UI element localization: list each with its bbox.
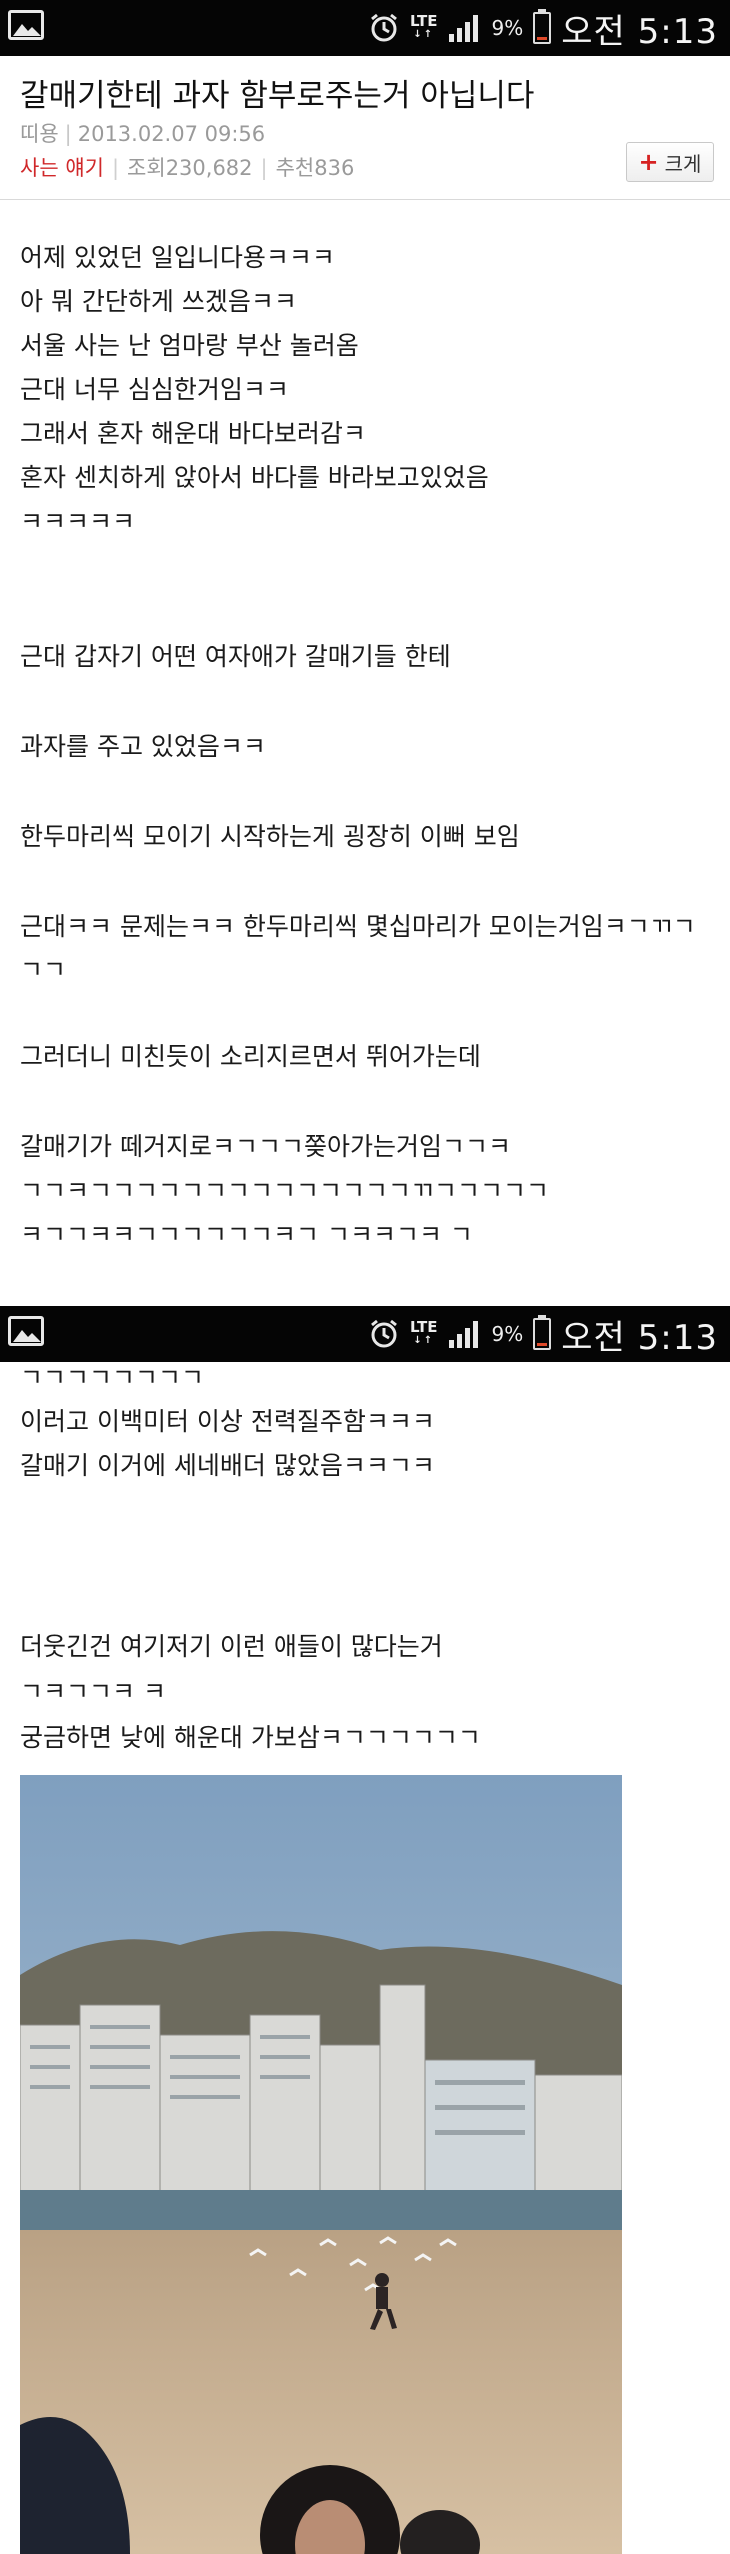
post-line: 그래서 혼자 해운대 바다보러감ㅋ (20, 419, 366, 448)
post-line: ㅋㅋㅋㅋㅋ (20, 507, 136, 536)
post-line: 그러더니 미친듯이 소리지르면서 뛰어가는데 (20, 1042, 481, 1071)
post-line: 갈매기 이거에 세네배더 많았음ㅋㅋㄱㅋ (20, 1451, 435, 1480)
gallery-icon (8, 1316, 44, 1346)
post-line: 이러고 이백미터 이상 전력질주함ㅋㅋㅋ (20, 1407, 435, 1436)
alarm-icon (371, 1319, 397, 1348)
plus-icon: + (638, 148, 659, 176)
post-line: 근대 너무 심심한거임ㅋㅋ (20, 375, 289, 404)
alarm-icon (371, 13, 397, 42)
views-label: 조회 (127, 156, 166, 180)
author-name[interactable]: 띠용 (20, 122, 59, 146)
post-line: ㄱㅋㄱㄱㅋ ㅋ (20, 1677, 166, 1706)
clock: 오전 5:13 (561, 11, 718, 52)
post-line: 어제 있었던 일입니다용ㅋㅋㅋ (20, 243, 335, 272)
post-line: ㄱㄱㄱㄱㄱㄱㄱㄱ (20, 1363, 205, 1392)
gallery-icon (8, 10, 44, 40)
post-line: 혼자 센치하게 앉아서 바다를 바라보고있었음 (20, 463, 489, 492)
post-line: 아 뭐 간단하게 쓰겠음ㅋㅋ (20, 287, 297, 316)
battery-percent: 9% (491, 1322, 524, 1346)
recommend-label: 추천 (275, 156, 315, 180)
battery-icon (533, 1315, 552, 1350)
post-line: 과자를 주고 있었음ㅋㅋ (20, 732, 266, 761)
post-line: 근대ㅋㅋ 문제는ㅋㅋ 한두마리씩 몇십마리가 모이는거임ㅋㄱㄲㄱ (20, 912, 696, 941)
post-line: 더웃긴건 여기저기 이런 애들이 많다는거 (20, 1632, 443, 1661)
status-bar: LTE ↓↑ 9% 오전 5:13 (0, 1306, 730, 1362)
category-link[interactable]: 사는 얘기 (20, 156, 104, 180)
views-count: 230,682 (165, 156, 253, 180)
signal-icon (448, 15, 478, 42)
enlarge-text-button[interactable]: + 크게 (626, 142, 714, 182)
post-title: 갈매기한테 과자 함부로주는거 아닙니다 (20, 78, 535, 114)
battery-percent: 9% (491, 16, 524, 40)
post-line: 궁금하면 낮에 해운대 가보삼ㅋㄱㄱㄱㄱㄱㄱ (20, 1723, 481, 1752)
post-line: ㄱㄱ (20, 955, 67, 984)
post-date: 2013.02.07 09:56 (77, 122, 266, 146)
post-header: 갈매기한테 과자 함부로주는거 아닙니다 띠용 | 2013.02.07 09:56… (0, 56, 730, 200)
post-meta: 띠용 | 2013.02.07 09:56 (20, 122, 266, 146)
post-line: 한두마리씩 모이기 시작하는게 굉장히 이뻐 보임 (20, 822, 520, 851)
post-stats: 사는 얘기 | 조회230,682 | 추천836 (20, 156, 355, 180)
status-bar: LTE ↓↑ 9% 오전 5:13 (0, 0, 730, 56)
recommend-count: 836 (314, 156, 355, 180)
haeundae-beach-image (20, 1775, 622, 2554)
enlarge-label: 크게 (664, 151, 702, 176)
battery-icon (533, 9, 552, 44)
lte-icon: LTE ↓↑ (409, 1318, 438, 1347)
post-line: 근대 갑자기 어떤 여자애가 갈매기들 한테 (20, 642, 451, 671)
beach-photo (20, 1775, 622, 2554)
post-line: ㄱㄱㅋㄱㄱㄱㄱㄱㄱㄱㄱㄱㄱㄱㄱㄱㄱㄲㄱㄱㄱㄱㄱ (20, 1176, 550, 1205)
clock: 오전 5:13 (561, 1317, 718, 1358)
post-line: ㅋㄱㄱㅋㅋㄱㄱㄱㄱㄱㄱㅋㄱ ㄱㅋㅋㄱㅋ ㄱ (20, 1220, 473, 1249)
post-line: 갈매기가 떼거지로ㅋㄱㄱㄱ쫒아가는거임ㄱㄱㅋ (20, 1132, 511, 1161)
post-line: 서울 사는 난 엄마랑 부산 놀러옴 (20, 331, 359, 360)
signal-icon (448, 1321, 478, 1348)
lte-icon: LTE ↓↑ (409, 12, 438, 41)
